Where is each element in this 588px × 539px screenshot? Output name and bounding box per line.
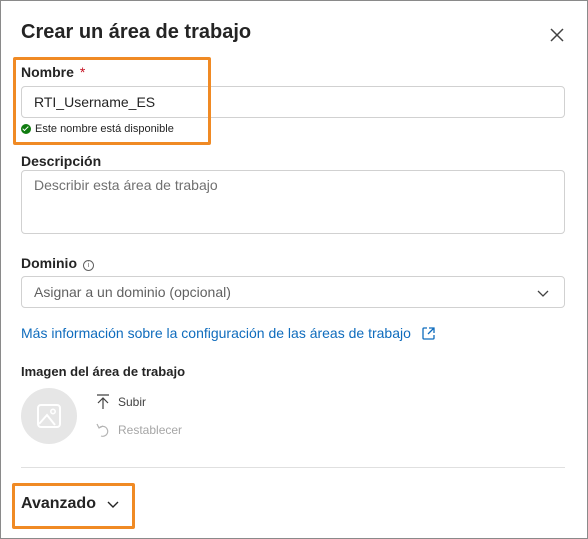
- check-circle-icon: [21, 124, 31, 134]
- workspace-image-placeholder: [21, 388, 77, 444]
- workspace-image-label: Imagen del área de trabajo: [21, 364, 186, 379]
- name-availability-status: Este nombre está disponible: [21, 123, 174, 135]
- reset-button: Restablecer: [96, 422, 182, 438]
- undo-icon: [96, 423, 109, 437]
- description-label: Descripción: [21, 153, 102, 169]
- upload-button[interactable]: Subir: [96, 394, 146, 410]
- description-textarea[interactable]: Describir esta área de trabajo: [21, 170, 565, 234]
- chevron-down-icon: [537, 290, 549, 297]
- create-workspace-dialog: Crear un área de trabajo Nombre * RTI_Use…: [0, 0, 588, 539]
- advanced-toggle[interactable]: Avanzado: [21, 495, 120, 513]
- section-divider: [21, 467, 565, 468]
- domain-dropdown[interactable]: Asignar a un dominio (opcional): [21, 276, 565, 308]
- domain-label: Dominio i: [21, 255, 94, 271]
- learn-more-link[interactable]: Más información sobre la configuración d…: [21, 325, 436, 341]
- close-icon[interactable]: [549, 27, 565, 43]
- name-input[interactable]: RTI_Username_ES: [21, 86, 565, 118]
- image-icon: [37, 404, 61, 428]
- required-marker: *: [79, 64, 86, 80]
- upload-icon: [97, 394, 109, 409]
- name-label: Nombre *: [21, 64, 86, 80]
- domain-placeholder: Asignar a un dominio (opcional): [34, 284, 231, 300]
- chevron-down-icon: [107, 501, 119, 508]
- info-icon[interactable]: i: [83, 260, 94, 271]
- dialog-title: Crear un área de trabajo: [21, 21, 252, 43]
- external-link-icon: [422, 326, 435, 340]
